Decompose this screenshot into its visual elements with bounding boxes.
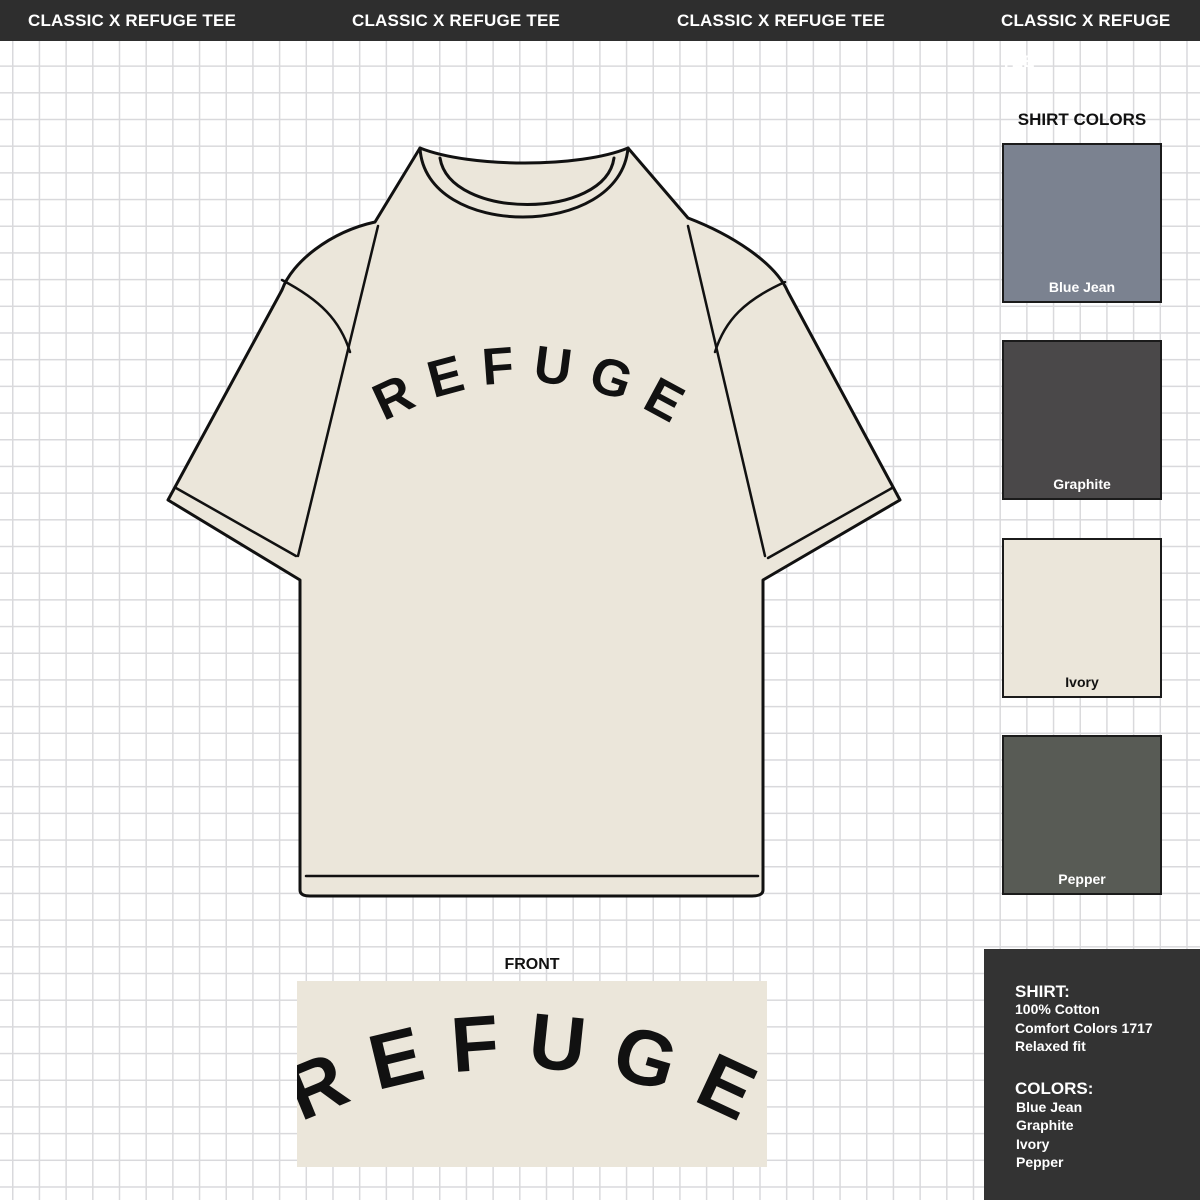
specs-color-line: Ivory <box>1016 1136 1050 1152</box>
specs-colors-heading: COLORS: <box>1015 1079 1094 1098</box>
specs-shirt-line: 100% Cotton <box>1015 1001 1100 1017</box>
specs-panel: SHIRT: 100% Cotton Comfort Colors 1717 R… <box>984 949 1200 1200</box>
specs-shirt-line: Comfort Colors 1717 <box>1015 1020 1153 1036</box>
banner-title: CLASSIC X REFUGE TEE <box>677 11 886 30</box>
front-print-text: REFUGE <box>297 996 767 1148</box>
banner-title: CLASSIC X REFUGE TEE <box>1001 11 1171 71</box>
swatch-pepper: Pepper <box>1002 735 1162 895</box>
swatch-label: Graphite <box>1053 476 1111 492</box>
tshirt-body <box>166 146 902 898</box>
specs-shirt-heading: SHIRT: <box>1015 982 1070 1001</box>
swatch-label: Ivory <box>1065 674 1099 690</box>
specs-color-line: Pepper <box>1016 1154 1064 1170</box>
swatch-label: Pepper <box>1058 871 1106 887</box>
swatch-graphite: Graphite <box>1002 340 1162 500</box>
specs-shirt-line: Relaxed fit <box>1015 1038 1086 1054</box>
swatch-label: Blue Jean <box>1048 279 1116 295</box>
front-label: FRONT <box>504 956 560 973</box>
swatch-ivory: Ivory <box>1002 538 1162 698</box>
banner-title: CLASSIC X REFUGE TEE <box>352 11 561 30</box>
tshirt-illustration: REFUGE <box>166 146 902 898</box>
specs-color-line: Graphite <box>1016 1117 1074 1133</box>
title-banner: CLASSIC X REFUGE TEE CLASSIC X REFUGE TE… <box>0 0 1200 71</box>
specs-color-line: Blue Jean <box>1016 1099 1083 1115</box>
banner-title: CLASSIC X REFUGE TEE <box>28 11 237 30</box>
shirt-colors-heading: SHIRT COLORS <box>1017 110 1147 129</box>
swatch-blue-jean: Blue Jean <box>1002 143 1162 303</box>
front-print-preview: REFUGE <box>297 981 767 1167</box>
